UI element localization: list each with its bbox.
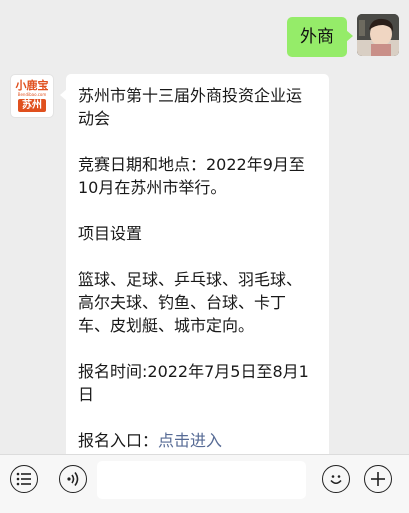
sender-logo-subtext: Bendibao.com [17, 92, 47, 97]
sender-city-badge: 苏州 [18, 99, 46, 112]
message-registration-time: 报名时间:2022年7月5日至8月1日 [78, 362, 309, 404]
emoji-icon[interactable] [322, 465, 350, 493]
entry-label: 报名入口： [78, 431, 159, 450]
chat-area: 外商 小鹿宝 Bendibao.com 苏州 苏州市第十三届外商投资企业运动会 … [0, 0, 409, 464]
outgoing-message-row: 外商 [287, 14, 399, 57]
add-icon[interactable] [364, 465, 392, 493]
message-entry-line: 报名入口：点击进入 [78, 429, 317, 452]
menu-icon[interactable] [10, 465, 38, 493]
message-input[interactable] [97, 461, 306, 499]
input-toolbar [0, 454, 409, 513]
message-event-list: 篮球、足球、乒乓球、羽毛球、高尔夫球、钓鱼、台球、卡丁车、皮划艇、城市定向。 [78, 270, 303, 335]
user-avatar-image [357, 14, 399, 56]
message-section-heading: 项目设置 [78, 224, 143, 243]
sender-logo-text: 小鹿宝 [15, 79, 49, 92]
entry-link[interactable]: 点击进入 [158, 431, 222, 450]
incoming-message-bubble[interactable]: 苏州市第十三届外商投资企业运动会 竞赛日期和地点：2022年9月至10月在苏州市… [60, 74, 329, 464]
sender-avatar[interactable]: 小鹿宝 Bendibao.com 苏州 [10, 74, 54, 118]
message-title: 苏州市第十三届外商投资企业运动会 [78, 86, 303, 128]
voice-icon[interactable] [59, 465, 87, 493]
incoming-message-row: 小鹿宝 Bendibao.com 苏州 苏州市第十三届外商投资企业运动会 竞赛日… [10, 74, 329, 464]
message-date-location: 竞赛日期和地点：2022年9月至10月在苏州市举行。 [78, 155, 305, 197]
outgoing-message-bubble[interactable]: 外商 [287, 17, 353, 57]
user-avatar[interactable] [357, 14, 399, 56]
